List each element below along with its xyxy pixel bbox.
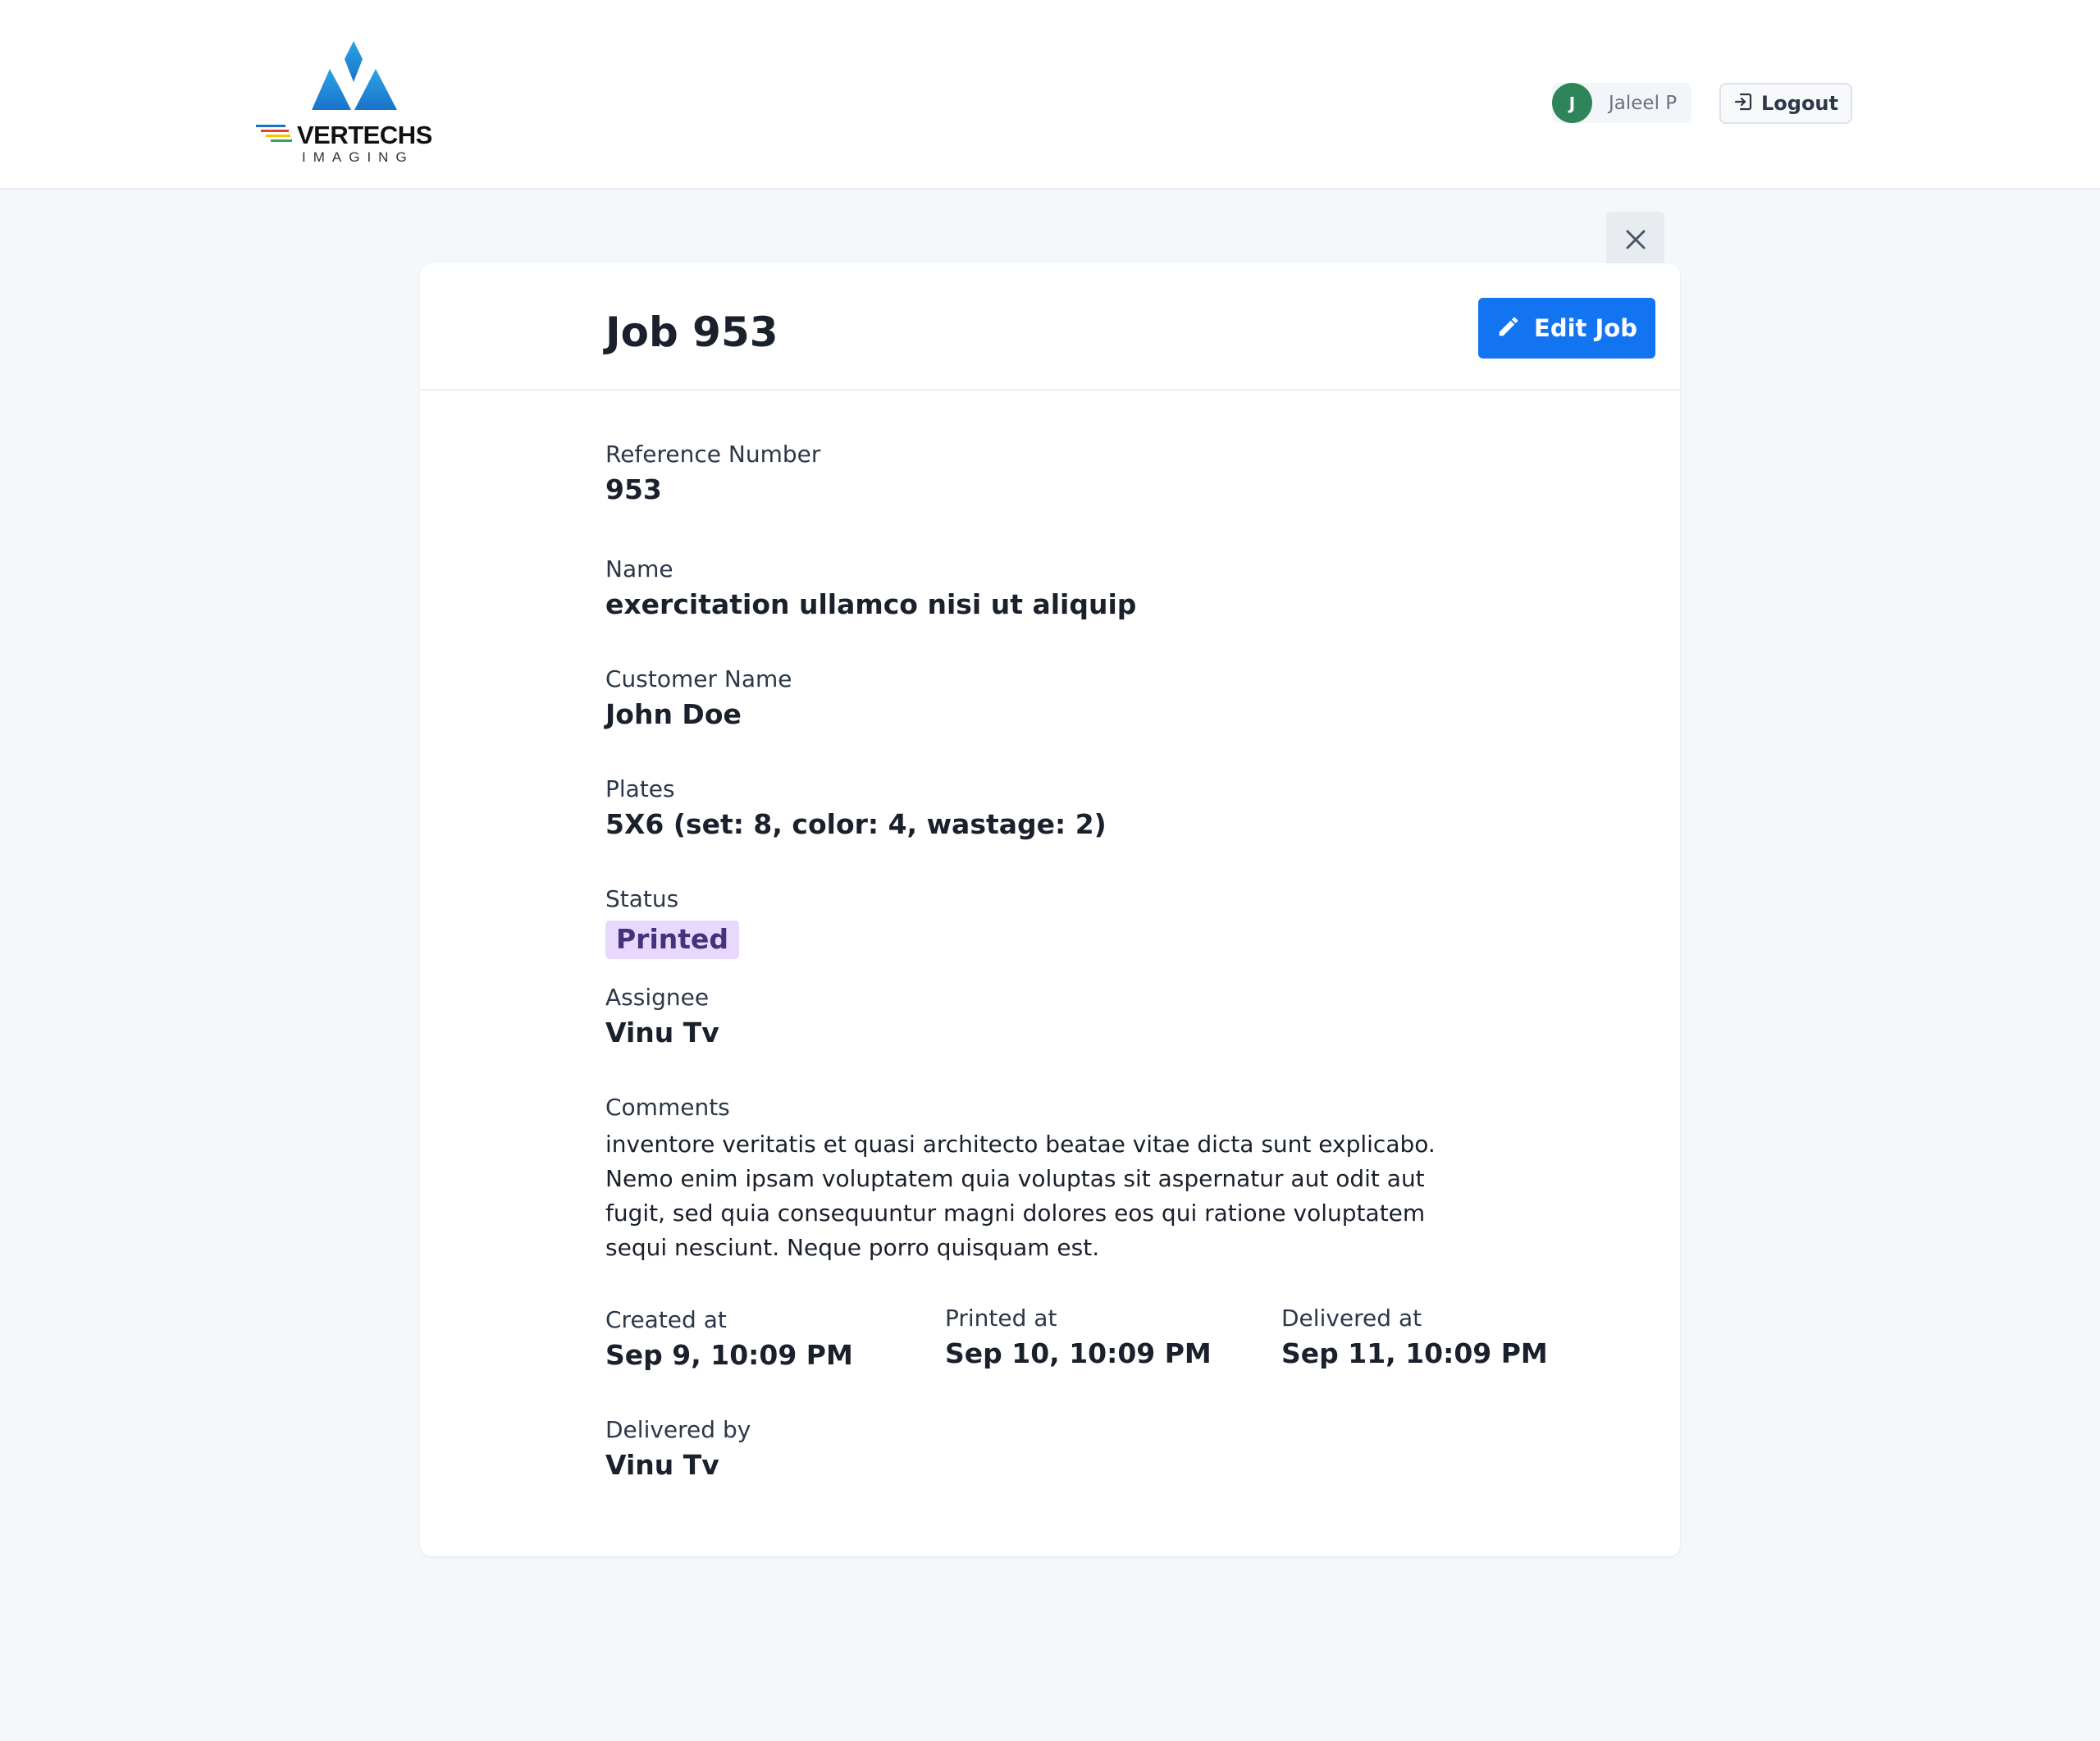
- field-reference-number: Reference Number 953: [605, 440, 820, 508]
- brand-logo[interactable]: VERTECHS IMAGING: [253, 39, 432, 169]
- field-plates: Plates 5X6 (set: 8, color: 4, wastage: 2…: [605, 775, 1107, 843]
- field-value: 5X6 (set: 8, color: 4, wastage: 2): [605, 808, 1107, 841]
- logout-label: Logout: [1760, 92, 1838, 115]
- field-label: Plates: [605, 775, 675, 802]
- field-value: 953: [605, 473, 662, 506]
- field-label: Created at: [605, 1306, 727, 1333]
- field-delivered-at: Delivered at Sep 11, 10:09 PM: [1281, 1304, 1548, 1372]
- field-label: Assignee: [605, 984, 710, 1011]
- field-label: Status: [605, 885, 679, 912]
- logout-button[interactable]: Logout: [1719, 83, 1852, 124]
- comments-text: inventore veritatis et quasi architecto …: [605, 1131, 1436, 1262]
- card-header: Job 953 Edit Job: [420, 263, 1680, 391]
- field-delivered-by: Delivered by Vinu Tv: [605, 1415, 751, 1483]
- logo-wordmark: VERTECHS: [297, 121, 432, 149]
- job-detail-card: Job 953 Edit Job Reference Number 953 Na…: [420, 263, 1680, 1556]
- close-button[interactable]: [1606, 212, 1664, 270]
- field-comments: Comments inventore veritatis et quasi ar…: [605, 1093, 1475, 1265]
- field-status: Status Printed: [605, 884, 740, 960]
- user-name: Jaleel P: [1609, 92, 1678, 114]
- edit-job-label: Edit Job: [1534, 314, 1637, 342]
- top-navbar: VERTECHS IMAGING J Jaleel P Logout: [0, 0, 2100, 190]
- field-value: Sep 11, 10:09 PM: [1281, 1337, 1548, 1370]
- avatar: J: [1552, 83, 1592, 123]
- field-label: Reference Number: [605, 441, 821, 468]
- field-assignee: Assignee Vinu Tv: [605, 983, 719, 1051]
- page-title: Job 953: [605, 308, 778, 356]
- field-label: Name: [605, 555, 673, 583]
- field-created-at: Created at Sep 9, 10:09 PM: [605, 1305, 853, 1373]
- user-menu[interactable]: J Jaleel P: [1552, 83, 1692, 123]
- field-name: Name exercitation ullamco nisi ut aliqui…: [605, 555, 1136, 623]
- field-label: Customer Name: [605, 665, 792, 692]
- field-value: Vinu Tv: [605, 1449, 719, 1482]
- logo-subtitle: IMAGING: [302, 149, 414, 165]
- field-value: Sep 10, 10:09 PM: [945, 1337, 1212, 1370]
- close-icon: [1624, 228, 1647, 254]
- pencil-icon: [1496, 314, 1521, 342]
- logout-icon: [1733, 92, 1753, 115]
- field-value: Sep 9, 10:09 PM: [605, 1339, 853, 1372]
- field-label: Delivered at: [1281, 1305, 1422, 1332]
- field-printed-at: Printed at Sep 10, 10:09 PM: [945, 1304, 1212, 1372]
- field-customer-name: Customer Name John Doe: [605, 665, 792, 733]
- field-value: exercitation ullamco nisi ut aliquip: [605, 588, 1137, 621]
- field-value: John Doe: [605, 698, 742, 731]
- field-label: Comments: [605, 1094, 730, 1121]
- status-badge: Printed: [605, 921, 740, 960]
- edit-job-button[interactable]: Edit Job: [1478, 298, 1655, 359]
- field-label: Delivered by: [605, 1416, 751, 1443]
- field-label: Printed at: [945, 1305, 1057, 1332]
- field-value: Vinu Tv: [605, 1017, 719, 1049]
